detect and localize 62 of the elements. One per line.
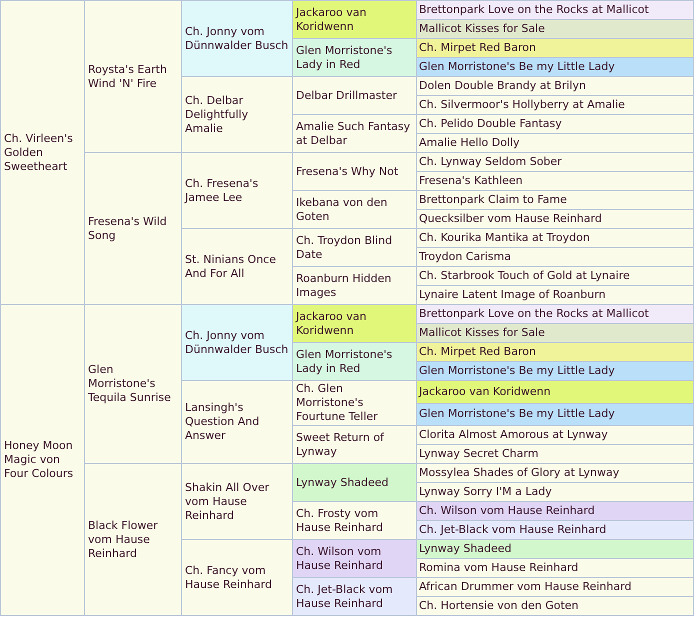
dog-name-cell: Glen Morristone's Lady in Red <box>292 38 416 76</box>
dog-name-cell: Lansingh's Question And Answer <box>182 380 292 464</box>
dog-name-cell: Delbar Drillmaster <box>292 76 416 114</box>
dog-name-cell: Ch. Kourika Mantika at Troydon <box>416 228 694 248</box>
dog-name-cell: Fresena's Kathleen <box>416 172 694 190</box>
dog-name-cell: Jackaroo van Koridwenn <box>292 0 416 38</box>
dog-name-cell: Lynaire Latent Image of Roanburn <box>416 286 694 304</box>
dog-name-cell: Glen Morristone's Be my Little Lady <box>416 403 694 426</box>
dog-name-cell: Ch. Jet-Black vom Hause Reinhard <box>416 520 694 540</box>
dog-name-cell: Quecksilber vom Hause Reinhard <box>416 210 694 228</box>
dog-name-cell: Amalie Such Fantasy at Delbar <box>292 114 416 152</box>
dog-name-cell: Jackaroo van Koridwenn <box>416 380 694 403</box>
dog-name-cell: Ch. Wilson vom Hause Reinhard <box>416 502 694 520</box>
dog-name-cell: Brettonpark Claim to Fame <box>416 190 694 210</box>
dog-name-cell: Lynway Sorry I'M a Lady <box>416 482 694 502</box>
dog-name-cell: Shakin All Over vom Hause Reinhard <box>182 464 292 540</box>
dog-name-cell: Ch. Fresena's Jamee Lee <box>182 152 292 228</box>
dog-name-cell: Glen Morristone's Be my Little Lady <box>416 58 694 76</box>
dog-name-cell: Mallicot Kisses for Sale <box>416 20 694 38</box>
dog-name-cell: Amalie Hello Dolly <box>416 134 694 152</box>
dog-name-cell: Lynway Shadeed <box>292 464 416 502</box>
dog-name-cell: Ch. Troydon Blind Date <box>292 228 416 266</box>
dog-name-cell: Ikebana von den Goten <box>292 190 416 228</box>
dog-name-cell: Mallicot Kisses for Sale <box>416 324 694 342</box>
dog-name-cell: Ch. Fancy vom Hause Reinhard <box>182 540 292 616</box>
dog-name-cell: Sweet Return of Lynway <box>292 426 416 464</box>
dog-name-cell: Roysta's Earth Wind 'N' Fire <box>84 0 182 152</box>
dog-name-cell: Mossylea Shades of Glory at Lynway <box>416 464 694 482</box>
dog-name-cell: Glen Morristone's Lady in Red <box>292 342 416 380</box>
dog-name-cell: Ch. Frosty vom Hause Reinhard <box>292 502 416 540</box>
dog-name-cell: Ch. Pelido Double Fantasy <box>416 114 694 134</box>
dog-name-cell: Brettonpark Love on the Rocks at Mallicot <box>416 304 694 324</box>
dog-name-cell: Romina vom Hause Reinhard <box>416 558 694 578</box>
dog-name-cell: Dolen Double Brandy at Brilyn <box>416 76 694 96</box>
dog-name-cell: Ch. Silvermoor's Hollyberry at Amalie <box>416 96 694 114</box>
dog-name-cell: Ch. Wilson vom Hause Reinhard <box>292 540 416 578</box>
dog-name-cell: Ch. Lynway Seldom Sober <box>416 152 694 172</box>
dog-name-cell: Fresena's Why Not <box>292 152 416 190</box>
dog-name-cell: Ch. Delbar Delightfully Amalie <box>182 76 292 152</box>
dog-name-cell: Glen Morristone's Be my Little Lady <box>416 362 694 380</box>
dog-name-cell: Ch. Glen Morristone's Fourtune Teller <box>292 380 416 426</box>
dog-name-cell: Ch. Starbrook Touch of Gold at Lynaire <box>416 266 694 286</box>
dog-name-cell: Clorita Almost Amorous at Lynway <box>416 426 694 444</box>
dog-name-cell: Ch. Jonny vom Dünnwalder Busch <box>182 0 292 76</box>
dog-name-cell: Ch. Virleen's Golden Sweetheart <box>0 0 84 304</box>
dog-name-cell: Ch. Mirpet Red Baron <box>416 38 694 58</box>
dog-name-cell: Fresena's Wild Song <box>84 152 182 304</box>
dog-name-cell: Ch. Jonny vom Dünnwalder Busch <box>182 304 292 380</box>
dog-name-cell: Glen Morristone's Tequila Sunrise <box>84 304 182 464</box>
dog-name-cell: Lynway Secret Charm <box>416 444 694 464</box>
dog-name-cell: Black Flower vom Hause Reinhard <box>84 464 182 616</box>
dog-name-cell: Ch. Jet-Black vom Hause Reinhard <box>292 578 416 616</box>
dog-name-cell: Jackaroo van Koridwenn <box>292 304 416 342</box>
dog-name-cell: Ch. Mirpet Red Baron <box>416 342 694 362</box>
dog-name-cell: Troydon Carisma <box>416 248 694 266</box>
dog-name-cell: African Drummer vom Hause Reinhard <box>416 578 694 596</box>
dog-name-cell: Roanburn Hidden Images <box>292 266 416 304</box>
dog-name-cell: Ch. Hortensie von den Goten <box>416 596 694 616</box>
dog-name-cell: Honey Moon Magic von Four Colours <box>0 304 84 616</box>
dog-name-cell: St. Ninians Once And For All <box>182 228 292 304</box>
dog-name-cell: Brettonpark Love on the Rocks at Mallicot <box>416 0 694 20</box>
dog-name-cell: Lynway Shadeed <box>416 540 694 558</box>
